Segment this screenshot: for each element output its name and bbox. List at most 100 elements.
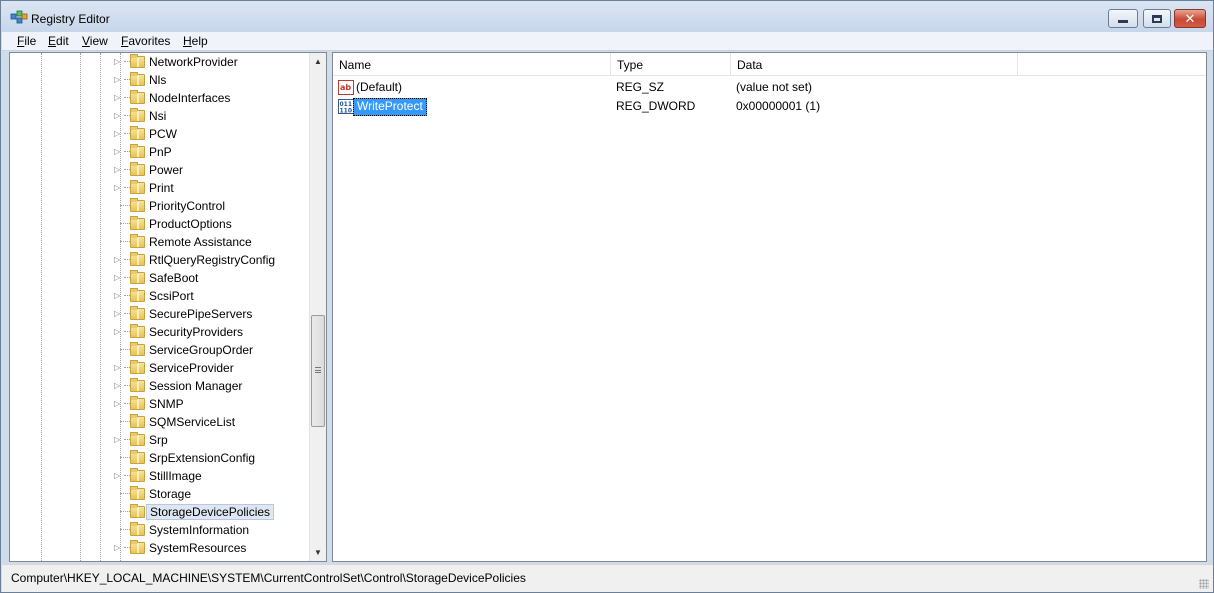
expand-arrow-icon[interactable]: ▷ bbox=[114, 110, 123, 121]
expand-arrow-icon[interactable]: ▷ bbox=[114, 272, 123, 283]
expand-arrow-icon[interactable]: ▷ bbox=[114, 434, 123, 445]
tree-branch-line bbox=[120, 205, 130, 206]
tree-branch-line bbox=[120, 421, 130, 422]
column-header-type[interactable]: Type bbox=[611, 53, 731, 76]
tree-item-label: Remote Assistance bbox=[149, 235, 252, 249]
scroll-down-arrow-icon[interactable]: ▼ bbox=[310, 544, 326, 561]
tree-item-label: Print bbox=[149, 181, 174, 195]
binary-value-icon: 011110 bbox=[338, 99, 354, 114]
tree-item[interactable]: StorageDevicePolicies bbox=[10, 503, 310, 521]
tree-item-label: StillImage bbox=[149, 469, 202, 483]
folder-icon bbox=[130, 522, 145, 536]
folder-icon bbox=[130, 108, 145, 122]
tree-item[interactable]: ▷ StillImage bbox=[10, 467, 310, 485]
tree-item[interactable]: ▷ Srp bbox=[10, 431, 310, 449]
tree-item[interactable]: ▷ PCW bbox=[10, 125, 310, 143]
resize-grip-icon[interactable] bbox=[1199, 579, 1209, 589]
folder-icon bbox=[130, 504, 145, 518]
tree-item[interactable]: ▷ RtlQueryRegistryConfig bbox=[10, 251, 310, 269]
tree-item[interactable]: ▷ Nls bbox=[10, 71, 310, 89]
folder-icon bbox=[130, 324, 145, 338]
maximize-button[interactable] bbox=[1143, 9, 1171, 28]
menu-edit[interactable]: Edit bbox=[48, 34, 69, 48]
tree-item-label: PriorityControl bbox=[149, 199, 226, 213]
string-value-icon: ab bbox=[338, 80, 354, 95]
folder-icon bbox=[130, 180, 145, 194]
tree-item[interactable]: Remote Assistance bbox=[10, 233, 310, 251]
tree-branch-line bbox=[120, 241, 130, 242]
folder-icon bbox=[130, 396, 145, 410]
tree-item-label: Session Manager bbox=[149, 379, 243, 393]
tree-item[interactable]: ▷ Session Manager bbox=[10, 377, 310, 395]
tree-item[interactable]: PriorityControl bbox=[10, 197, 310, 215]
folder-icon bbox=[130, 198, 145, 212]
tree-item-label: ServiceGroupOrder bbox=[149, 343, 254, 357]
tree-item[interactable]: ▷ SecurityProviders bbox=[10, 323, 310, 341]
registry-editor-app-icon bbox=[10, 10, 28, 24]
tree-item[interactable]: ▷ SystemResources bbox=[10, 539, 310, 557]
tree-item[interactable]: ▷ NodeInterfaces bbox=[10, 89, 310, 107]
menu-file[interactable]: File bbox=[17, 34, 36, 48]
minimize-button[interactable] bbox=[1108, 9, 1138, 28]
tree-item-label: SecurityProviders bbox=[149, 325, 244, 339]
values-list-pane[interactable]: Name Type Data ab (Default) REG_SZ (value n… bbox=[332, 52, 1207, 562]
tree-item[interactable]: ▷ Power bbox=[10, 161, 310, 179]
expand-arrow-icon[interactable]: ▷ bbox=[114, 398, 123, 409]
expand-arrow-icon[interactable]: ▷ bbox=[114, 308, 123, 319]
expand-arrow-icon[interactable]: ▷ bbox=[114, 74, 123, 85]
expand-arrow-icon[interactable]: ▷ bbox=[114, 380, 123, 391]
value-row[interactable]: ab (Default) REG_SZ (value not set) bbox=[333, 78, 1206, 97]
key-tree-pane[interactable]: ▲ ▼ ▷ NetworkProvider ▷ Nls ▷ NodeInterfaces ▷… bbox=[9, 52, 327, 562]
tree-item[interactable]: ▷ ServiceProvider bbox=[10, 359, 310, 377]
tree-item[interactable]: Storage bbox=[10, 485, 310, 503]
menu-help[interactable]: Help bbox=[183, 34, 208, 48]
tree-item[interactable]: ▷ NetworkProvider bbox=[10, 53, 310, 71]
tree-branch-line bbox=[120, 493, 130, 494]
expand-arrow-icon[interactable]: ▷ bbox=[114, 182, 123, 193]
expand-arrow-icon[interactable]: ▷ bbox=[114, 164, 123, 175]
folder-icon bbox=[130, 162, 145, 176]
column-header-name[interactable]: Name bbox=[333, 53, 611, 76]
menu-favorites[interactable]: Favorites bbox=[121, 34, 170, 48]
tree-item[interactable]: ▷ ScsiPort bbox=[10, 287, 310, 305]
scroll-up-arrow-icon[interactable]: ▲ bbox=[310, 53, 326, 70]
status-path: Computer\HKEY_LOCAL_MACHINE\SYSTEM\Curre… bbox=[11, 571, 526, 585]
tree-item[interactable]: ▷ SecurePipeServers bbox=[10, 305, 310, 323]
tree-item[interactable]: ServiceGroupOrder bbox=[10, 341, 310, 359]
tree-item[interactable]: ▷ SafeBoot bbox=[10, 269, 310, 287]
expand-arrow-icon[interactable]: ▷ bbox=[114, 56, 123, 67]
tree-item[interactable]: SystemInformation bbox=[10, 521, 310, 539]
tree-item[interactable]: ▷ SNMP bbox=[10, 395, 310, 413]
expand-arrow-icon[interactable]: ▷ bbox=[114, 254, 123, 265]
folder-icon bbox=[130, 486, 145, 500]
folder-icon bbox=[130, 126, 145, 140]
expand-arrow-icon[interactable]: ▷ bbox=[114, 470, 123, 481]
value-name: (Default) bbox=[356, 80, 403, 94]
close-button[interactable]: ✕ bbox=[1174, 9, 1206, 28]
title-bar[interactable]: Registry Editor ✕ bbox=[1, 1, 1213, 32]
tree-branch-line bbox=[120, 457, 130, 458]
tree-item[interactable]: ▷ Nsi bbox=[10, 107, 310, 125]
tree-item[interactable]: ProductOptions bbox=[10, 215, 310, 233]
scrollbar-thumb[interactable] bbox=[311, 315, 325, 427]
expand-arrow-icon[interactable]: ▷ bbox=[114, 542, 123, 553]
svg-text:ab: ab bbox=[340, 83, 351, 92]
expand-arrow-icon[interactable]: ▷ bbox=[114, 326, 123, 337]
tree-item[interactable]: SQMServiceList bbox=[10, 413, 310, 431]
value-row[interactable]: 011 110 WriteProtect REG_DWORD 0x00000001 (1… bbox=[333, 97, 1206, 116]
tree-vertical-scrollbar[interactable]: ▲ ▼ bbox=[309, 53, 326, 561]
expand-arrow-icon[interactable]: ▷ bbox=[114, 128, 123, 139]
folder-icon bbox=[130, 72, 145, 86]
grip-icon bbox=[315, 367, 321, 373]
expand-arrow-icon[interactable]: ▷ bbox=[114, 290, 123, 301]
menu-view[interactable]: View bbox=[82, 34, 108, 48]
tree-item-label: SrpExtensionConfig bbox=[149, 451, 256, 465]
column-header-data[interactable]: Data bbox=[731, 53, 1018, 76]
expand-arrow-icon[interactable]: ▷ bbox=[114, 146, 123, 157]
tree-item[interactable]: SrpExtensionConfig bbox=[10, 449, 310, 467]
tree-branch-line bbox=[120, 511, 130, 512]
expand-arrow-icon[interactable]: ▷ bbox=[114, 362, 123, 373]
tree-item[interactable]: ▷ PnP bbox=[10, 143, 310, 161]
expand-arrow-icon[interactable]: ▷ bbox=[114, 92, 123, 103]
tree-item[interactable]: ▷ Print bbox=[10, 179, 310, 197]
